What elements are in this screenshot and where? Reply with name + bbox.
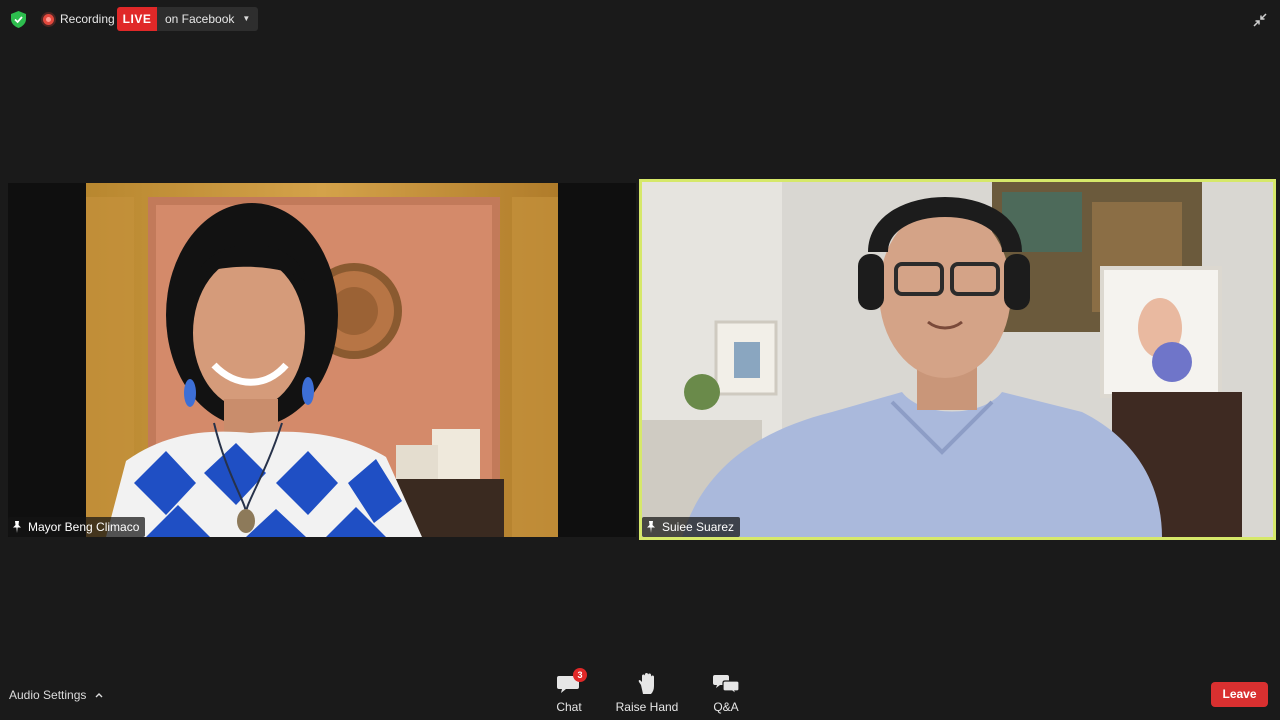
live-target-label: on Facebook bbox=[165, 12, 235, 26]
live-stream-indicator[interactable]: LIVE on Facebook ▼ bbox=[117, 7, 259, 31]
caret-down-icon: ▼ bbox=[242, 14, 251, 23]
raise-hand-icon-wrap bbox=[634, 672, 660, 698]
chevron-up-icon bbox=[95, 693, 103, 698]
participant-name-tag: Suiee Suarez bbox=[642, 517, 741, 537]
live-badge: LIVE bbox=[117, 7, 157, 31]
participant-name: Suiee Suarez bbox=[662, 520, 735, 534]
leave-button[interactable]: Leave bbox=[1211, 682, 1268, 707]
chat-button[interactable]: 3 Chat bbox=[550, 668, 588, 714]
qa-button[interactable]: Q&A bbox=[706, 672, 746, 714]
pin-icon bbox=[13, 521, 21, 533]
chat-icon-wrap: 3 bbox=[556, 668, 587, 698]
qa-icon bbox=[713, 675, 740, 696]
collapse-icon[interactable] bbox=[1250, 10, 1270, 30]
qa-icon-wrap bbox=[713, 672, 740, 698]
qa-label: Q&A bbox=[713, 700, 739, 714]
participant-name: Mayor Beng Climaco bbox=[28, 520, 140, 534]
video-tile-participant-2[interactable]: Suiee Suarez bbox=[639, 179, 1276, 540]
shield-check-icon[interactable] bbox=[11, 11, 26, 28]
video-tile-participant-1[interactable]: Mayor Beng Climaco bbox=[8, 183, 636, 537]
participant-video bbox=[86, 183, 558, 537]
raise-hand-icon bbox=[638, 673, 654, 694]
audio-settings-button[interactable]: Audio Settings bbox=[9, 688, 103, 702]
chat-unread-badge: 3 bbox=[573, 668, 587, 682]
raise-hand-button[interactable]: Raise Hand bbox=[612, 672, 682, 714]
chat-label: Chat bbox=[556, 700, 582, 714]
pin-icon bbox=[647, 521, 655, 533]
meeting-top-bar: Recording LIVE on Facebook ▼ bbox=[0, 0, 1280, 40]
live-target-dropdown[interactable]: on Facebook ▼ bbox=[157, 7, 259, 31]
audio-settings-label: Audio Settings bbox=[9, 688, 87, 702]
meeting-controls-bar: Audio Settings 3 Chat Raise Hand Q&A Lea… bbox=[0, 668, 1280, 720]
participant-video-frame bbox=[86, 183, 558, 537]
recording-label: Recording bbox=[60, 12, 115, 26]
record-dot-icon bbox=[43, 14, 54, 25]
participant-video bbox=[642, 182, 1273, 537]
participant-name-tag: Mayor Beng Climaco bbox=[8, 517, 146, 537]
raise-hand-label: Raise Hand bbox=[615, 700, 679, 714]
participant-video-frame bbox=[642, 182, 1273, 537]
